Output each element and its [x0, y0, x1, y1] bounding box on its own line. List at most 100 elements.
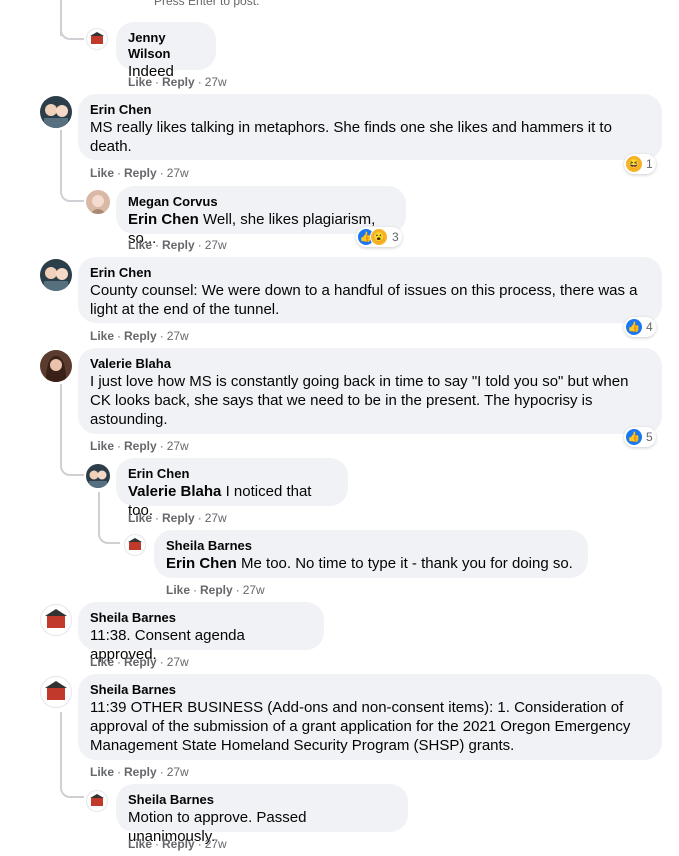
comment-author[interactable]: Erin Chen — [90, 265, 650, 281]
mention-link[interactable]: Valerie Blaha — [128, 483, 221, 500]
reaction-summary[interactable]: 👍 😮 3 — [356, 227, 402, 247]
reaction-count: 3 — [392, 230, 399, 244]
like-button[interactable]: Like — [90, 439, 114, 453]
timestamp[interactable]: 27w — [205, 511, 227, 525]
reaction-count: 1 — [646, 157, 653, 171]
profile-photo-icon — [46, 356, 66, 382]
avatar[interactable] — [40, 676, 72, 708]
like-button[interactable]: Like — [128, 511, 152, 525]
comment-author[interactable]: Sheila Barnes — [128, 792, 396, 808]
separator: · — [155, 837, 160, 851]
comment-author[interactable]: Jenny Wilson — [128, 30, 204, 62]
mention-link[interactable]: Erin Chen — [128, 211, 199, 228]
separator: · — [155, 75, 160, 89]
avatar[interactable] — [86, 464, 110, 488]
separator: · — [117, 166, 122, 180]
separator: · — [117, 329, 122, 343]
timestamp[interactable]: 27w — [205, 837, 227, 851]
avatar[interactable] — [40, 604, 72, 636]
wow-icon: 😮 — [370, 228, 388, 246]
separator: · — [235, 583, 240, 597]
comment-bubble: Sheila Barnes Motion to approve. Passed … — [116, 784, 408, 845]
avatar[interactable] — [124, 534, 146, 556]
profile-photo-icon — [90, 195, 106, 214]
separator: · — [197, 511, 202, 525]
comment-author[interactable]: Sheila Barnes — [90, 682, 650, 698]
reaction-summary[interactable]: 😆 1 — [624, 154, 656, 174]
recall-logo-icon — [45, 681, 67, 700]
separator: · — [159, 166, 164, 180]
like-button[interactable]: Like — [128, 75, 152, 89]
like-icon: 👍 — [626, 319, 642, 335]
reply-button[interactable]: Reply — [124, 329, 157, 343]
comment-bubble: Erin Chen County counsel: We were down t… — [78, 257, 662, 323]
comment-bubble: Jenny Wilson Indeed — [116, 22, 216, 80]
reaction-summary[interactable]: 👍 4 — [624, 317, 656, 337]
like-button[interactable]: Like — [90, 166, 114, 180]
reaction-summary[interactable]: 👍 5 — [624, 427, 656, 447]
like-button[interactable]: Like — [128, 837, 152, 851]
like-button[interactable]: Like — [90, 655, 114, 669]
comment-actions: Like · Reply · 27w — [128, 836, 227, 852]
comment-author[interactable]: Megan Corvus — [128, 194, 394, 210]
comment-author[interactable]: Sheila Barnes — [90, 610, 312, 626]
comment-text: Me too. No time to type it - thank you f… — [241, 555, 573, 572]
comment-author[interactable]: Erin Chen — [90, 102, 650, 118]
comment-bubble: Erin Chen Valerie Blaha I noticed that t… — [116, 458, 348, 519]
haha-icon: 😆 — [626, 156, 642, 172]
reply-button[interactable]: Reply — [162, 511, 195, 525]
comment-actions: Like · Reply · 27w — [128, 510, 227, 526]
thread-line — [60, 384, 62, 464]
press-enter-hint: Press Enter to post. — [154, 0, 260, 8]
timestamp[interactable]: 27w — [167, 655, 189, 669]
like-icon: 👍 — [626, 429, 642, 445]
avatar[interactable] — [40, 96, 72, 128]
comment-author[interactable]: Sheila Barnes — [166, 538, 576, 554]
reply-button[interactable]: Reply — [200, 583, 233, 597]
reaction-count: 4 — [646, 320, 653, 334]
comment-actions: Like · Reply · 27w — [90, 764, 189, 780]
like-button[interactable]: Like — [90, 765, 114, 779]
reply-button[interactable]: Reply — [162, 238, 195, 252]
separator: · — [197, 75, 202, 89]
reply-button[interactable]: Reply — [124, 439, 157, 453]
avatar[interactable] — [86, 790, 108, 812]
reply-button[interactable]: Reply — [124, 166, 157, 180]
separator: · — [197, 238, 202, 252]
like-button[interactable]: Like — [128, 238, 152, 252]
avatar[interactable] — [40, 259, 72, 291]
comment-bubble: Sheila Barnes 11:39 OTHER BUSINESS (Add-… — [78, 674, 662, 760]
profile-photo-icon — [89, 470, 107, 488]
thread-connector — [60, 186, 84, 202]
thread-connector — [60, 24, 84, 40]
timestamp[interactable]: 27w — [167, 166, 189, 180]
comment-actions: Like · Reply · 27w — [90, 328, 189, 344]
comment-bubble: Sheila Barnes 11:38. Consent agenda appr… — [78, 602, 324, 663]
reply-button[interactable]: Reply — [124, 655, 157, 669]
avatar[interactable] — [40, 350, 72, 382]
reply-button[interactable]: Reply — [162, 75, 195, 89]
comment-actions: Like · Reply · 27w — [128, 74, 227, 90]
avatar[interactable] — [86, 28, 108, 50]
comment-author[interactable]: Valerie Blaha — [90, 356, 650, 372]
separator: · — [159, 765, 164, 779]
timestamp[interactable]: 27w — [167, 329, 189, 343]
comment-text: County counsel: We were down to a handfu… — [90, 282, 638, 318]
thread-line — [60, 130, 62, 192]
like-button[interactable]: Like — [166, 583, 190, 597]
comment-text: MS really likes talking in metaphors. Sh… — [90, 119, 612, 155]
comment-author[interactable]: Erin Chen — [128, 466, 336, 482]
timestamp[interactable]: 27w — [205, 75, 227, 89]
comment-bubble: Valerie Blaha I just love how MS is cons… — [78, 348, 662, 434]
timestamp[interactable]: 27w — [205, 238, 227, 252]
timestamp[interactable]: 27w — [243, 583, 265, 597]
profile-photo-icon — [44, 104, 68, 128]
timestamp[interactable]: 27w — [167, 439, 189, 453]
mention-link[interactable]: Erin Chen — [166, 555, 237, 572]
timestamp[interactable]: 27w — [167, 765, 189, 779]
avatar[interactable] — [86, 190, 110, 214]
reply-button[interactable]: Reply — [124, 765, 157, 779]
like-button[interactable]: Like — [90, 329, 114, 343]
comment-text: I just love how MS is constantly going b… — [90, 373, 629, 428]
reply-button[interactable]: Reply — [162, 837, 195, 851]
